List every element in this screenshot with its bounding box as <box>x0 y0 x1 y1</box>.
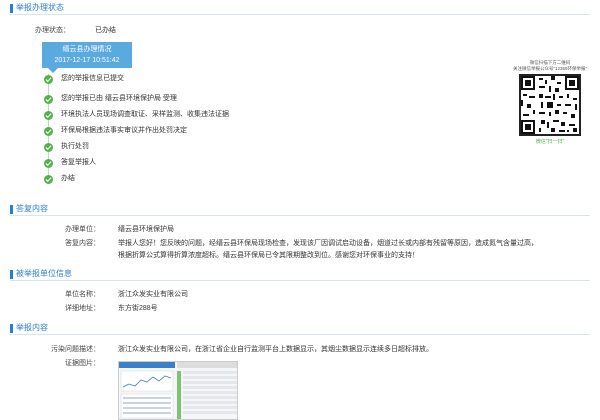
report-desc-label: 污染问题描述： <box>51 346 100 353</box>
reply-content-line1: 举报人您好！您反映的问题，经缙云县环保局现场检查，发现该厂因调试启动设备，烟道过… <box>118 240 538 247</box>
qr-code <box>519 74 581 136</box>
check-icon <box>44 75 53 84</box>
section-title: 举报内容 <box>16 323 48 332</box>
section-header-report: 举报内容 <box>10 322 590 335</box>
step-text: 环境执法人员现场调查取证、采样监测、收集违法证据 <box>61 111 229 118</box>
section-header-status: 举报办理状态 <box>10 2 590 15</box>
step-text: 您的举报信息已提交 <box>61 75 124 82</box>
reply-unit-value: 缙云县环境保护局 <box>118 226 174 233</box>
handling-title: 缙云县办理情况 <box>62 46 112 53</box>
reported-name-label: 单位名称： <box>65 291 100 298</box>
qr-footer: 微信“扫一扫” <box>535 139 565 145</box>
reply-content-row: 答复内容： 举报人您好！您反映的问题，经缙云县环保局现场检查，发现该厂因调试启动… <box>10 239 590 261</box>
reported-name-row: 单位名称： 浙江众发实业有限公司 <box>10 290 310 300</box>
evidence-image-thumbnail[interactable] <box>118 361 238 420</box>
reported-addr-value: 东方街288号 <box>118 305 158 312</box>
section-header-reported: 被举报单位信息 <box>10 268 590 281</box>
report-desc-row: 污染问题描述： 浙江众发实业有限公司，在浙江省企业自行监测平台上数据显示，其烟尘… <box>10 345 590 355</box>
reported-addr-row: 详细地址： 东方街288号 <box>10 304 310 314</box>
check-icon <box>44 159 53 168</box>
handling-time: 2017-12-17 10:51:42 <box>54 57 120 64</box>
status-value: 已办结 <box>95 27 116 34</box>
section-title: 被举报单位信息 <box>16 269 72 278</box>
report-image-label: 证据图片： <box>65 360 100 367</box>
check-icon <box>44 95 53 104</box>
status-label: 办理状态： <box>35 27 70 34</box>
section-bar <box>10 324 13 333</box>
step-text: 您的举报已由 缙云县环境保护局 受理 <box>61 95 177 102</box>
report-image-row: 证据图片： <box>10 359 120 369</box>
reply-unit-row: 办理单位： 缙云县环境保护局 <box>10 225 310 235</box>
step-text: 答复举报人 <box>61 159 96 166</box>
check-icon <box>44 111 53 120</box>
pointer-arrow <box>48 68 58 73</box>
section-title: 答复内容 <box>16 204 48 213</box>
check-icon <box>44 127 53 136</box>
step-text: 办结 <box>61 175 75 182</box>
report-desc-value: 浙江众发实业有限公司，在浙江省企业自行监测平台上数据显示，其烟尘数据显示连续多日… <box>118 346 433 353</box>
status-row: 办理状态： 已办结 <box>10 26 210 36</box>
reply-unit-label: 办理单位： <box>65 226 100 233</box>
section-bar <box>10 205 13 214</box>
check-icon <box>44 175 53 184</box>
reply-content-line2: 根据折算公式算得折算浓度超标。缙云县环保局已令其限期整改到位。感谢您对环保事业的… <box>118 252 419 259</box>
section-header-reply: 答复内容 <box>10 203 590 216</box>
reply-content-label: 答复内容： <box>65 240 100 247</box>
handling-time-box: 缙云县办理情况 2017-12-17 10:51:42 <box>42 42 132 73</box>
section-bar <box>10 4 13 13</box>
qr-caption-line2: 关注微信举报公众号“12369环保举报” <box>512 66 587 71</box>
step-text: 执行处罚 <box>61 143 89 150</box>
step-text: 环保局根据违法事实审议并作出处罚决定 <box>61 127 187 134</box>
reported-addr-label: 详细地址： <box>65 305 100 312</box>
reported-name-value: 浙江众发实业有限公司 <box>118 291 188 298</box>
section-bar <box>10 270 13 279</box>
check-icon <box>44 143 53 152</box>
section-title: 举报办理状态 <box>16 3 64 12</box>
